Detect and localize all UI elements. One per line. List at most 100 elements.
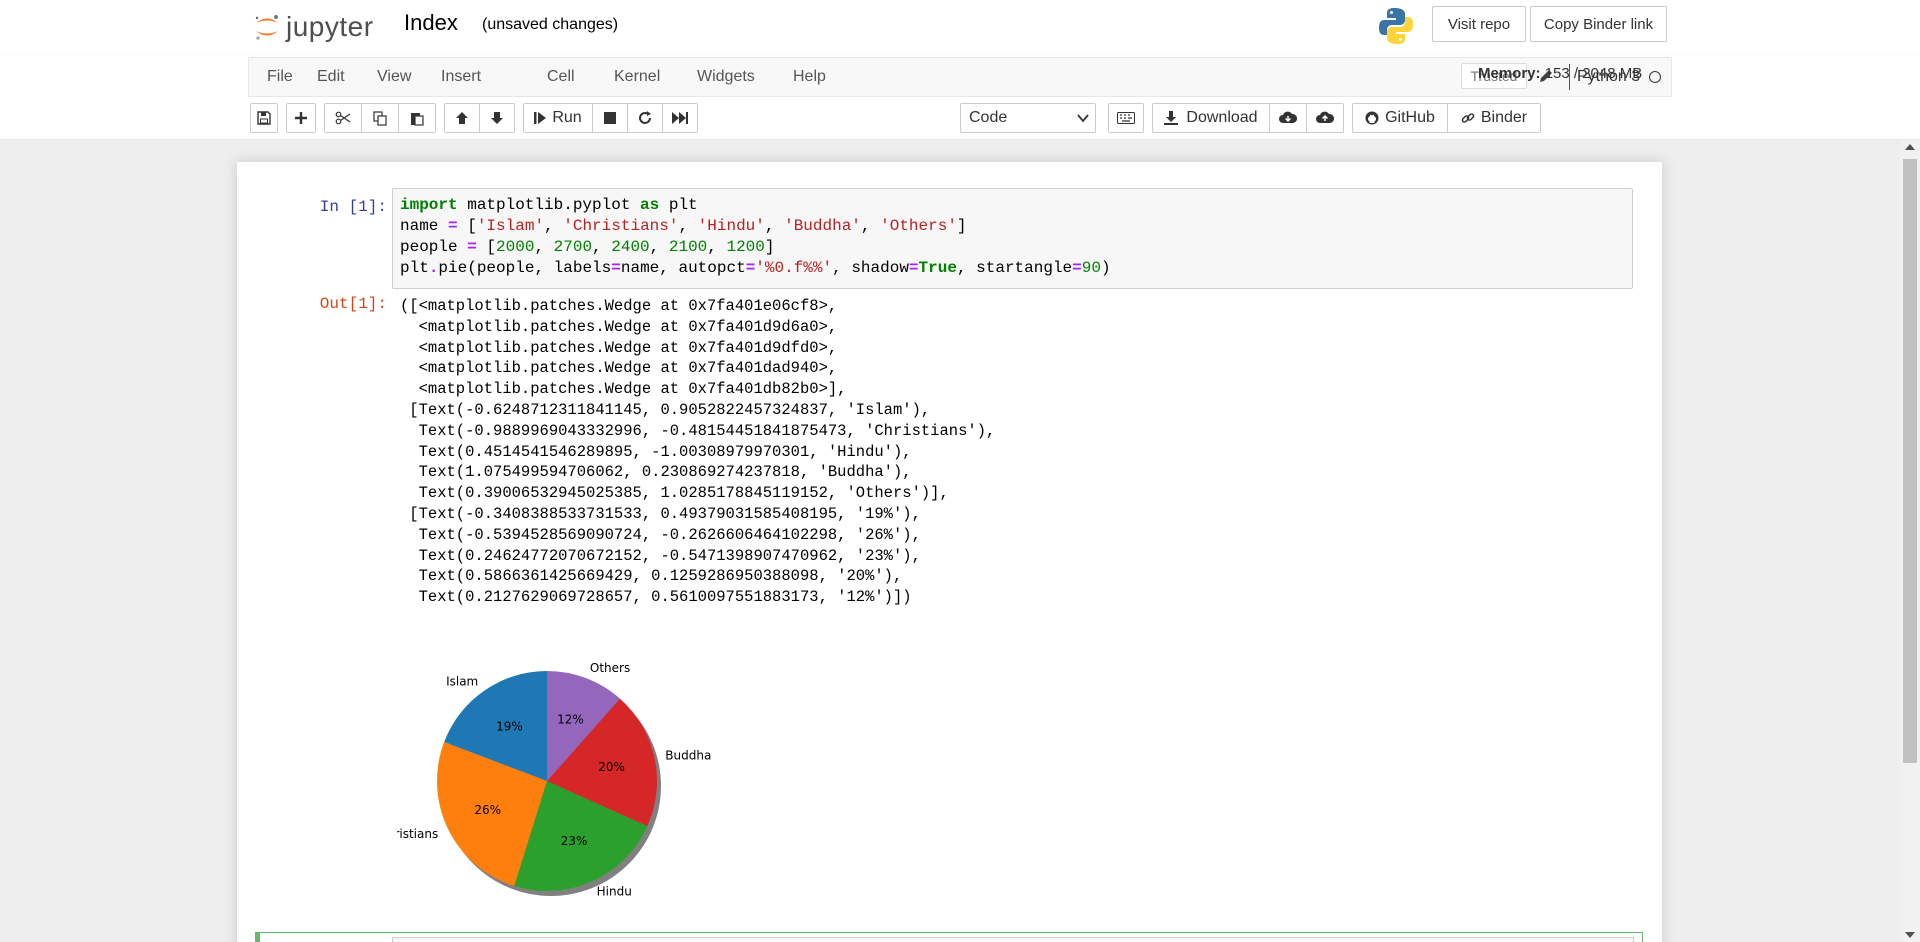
paste-button[interactable] <box>398 103 436 133</box>
output-line: Text(0.39006532945025385, 1.028517884511… <box>400 484 949 503</box>
output-line: [Text(-0.3408388533731533, 0.49379031585… <box>400 504 921 523</box>
download-button-label: Download <box>1186 109 1258 126</box>
notebook-title[interactable]: Index <box>404 10 458 36</box>
output-line: Text(0.24624772070672152, -0.54713989074… <box>400 546 921 565</box>
menu-widgets[interactable]: Widgets <box>697 68 755 86</box>
save-icon <box>257 111 271 125</box>
github-icon <box>1365 111 1379 125</box>
copy-icon <box>372 110 387 126</box>
input-prompt: In [1]: <box>319 198 387 216</box>
copy-button[interactable] <box>361 103 399 133</box>
code-input[interactable]: import matplotlib.pyplot as plt name = [… <box>392 188 1633 289</box>
pie-category-label: Islam <box>446 674 478 688</box>
download-button[interactable]: Download <box>1152 103 1270 133</box>
restart-run-all-button[interactable] <box>662 103 698 133</box>
download-icon <box>1164 111 1179 125</box>
cloud-download-button[interactable] <box>1269 103 1307 133</box>
pie-pct-label: 26% <box>474 803 501 817</box>
output-line: <matplotlib.patches.Wedge at 0x7fa401d9d… <box>400 317 838 336</box>
output-line: Text(0.4514541546289895, -1.003089799703… <box>400 442 912 461</box>
memory-value: 153 / 2048 MB <box>1544 65 1643 82</box>
fast-forward-icon <box>672 112 688 124</box>
toolbar: Run Code Download GitHub Binder <box>248 100 1672 138</box>
output-line: <matplotlib.patches.Wedge at 0x7fa401dad… <box>400 359 838 378</box>
plus-icon <box>295 112 307 124</box>
output-line: Text(0.2127629069728657, 0.5610097551883… <box>400 588 912 607</box>
refresh-icon <box>639 111 651 124</box>
code-line: plt.pie(people, labels=name, autopct='%0… <box>400 259 1111 277</box>
scissors-icon <box>335 111 351 125</box>
menu-cell[interactable]: Cell <box>547 68 575 86</box>
memory-label: Memory: <box>1478 65 1541 82</box>
menu-help[interactable]: Help <box>793 68 826 86</box>
menubar-container: File Edit View Insert Cell Kernel Widget… <box>0 55 1920 140</box>
notebook-container: In [1]: import matplotlib.pyplot as plt … <box>237 162 1662 942</box>
step-forward-icon <box>534 112 547 124</box>
jupyter-logo-text: jupyter <box>286 11 374 42</box>
restart-kernel-button[interactable] <box>627 103 663 133</box>
code-line: name = ['Islam', 'Christians', 'Hindu', … <box>400 217 967 235</box>
output-line: Text(-0.9889969043332996, -0.48154451841… <box>400 421 996 440</box>
interrupt-kernel-button[interactable] <box>592 103 628 133</box>
cloud-upload-button[interactable] <box>1306 103 1344 133</box>
binder-button[interactable]: Binder <box>1447 103 1541 133</box>
move-cell-down-button[interactable] <box>479 103 515 133</box>
vertical-scrollbar[interactable] <box>1900 140 1920 942</box>
python-logo-icon <box>1378 6 1414 46</box>
insert-cell-button[interactable] <box>286 103 316 133</box>
next-cell[interactable] <box>255 932 1643 942</box>
kernel-idle-icon <box>1649 71 1661 83</box>
keyboard-icon <box>1117 112 1135 124</box>
pie-pct-label: 20% <box>598 760 625 774</box>
cell-type-value: Code <box>969 109 1008 126</box>
next-cell-input[interactable] <box>392 937 1634 942</box>
arrow-up-icon <box>456 112 468 124</box>
command-palette-button[interactable] <box>1108 103 1144 133</box>
output-prompt: Out[1]: <box>319 295 387 313</box>
pie-category-label: Christians <box>397 827 438 841</box>
arrow-down-icon <box>491 112 503 124</box>
pie-pct-label: 19% <box>496 720 523 734</box>
move-cell-up-button[interactable] <box>444 103 480 133</box>
paste-icon <box>410 112 424 126</box>
menu-file[interactable]: File <box>267 68 293 86</box>
scroll-up-icon[interactable] <box>1905 144 1915 150</box>
run-button[interactable]: Run <box>523 103 593 133</box>
menu-insert[interactable]: Insert <box>441 68 481 86</box>
output-line: Text(1.075499594706062, 0.23086927423781… <box>400 463 912 482</box>
pie-pct-label: 12% <box>557 712 584 726</box>
cloud-upload-icon <box>1316 111 1334 123</box>
chevron-down-icon <box>1077 114 1089 123</box>
pie-category-label: Others <box>590 661 630 675</box>
notebook-scroll-area[interactable]: In [1]: import matplotlib.pyplot as plt … <box>0 140 1900 942</box>
output-line: [Text(-0.6248712311841145, 0.90528224573… <box>400 400 931 419</box>
menubar: File Edit View Insert Cell Kernel Widget… <box>248 57 1672 97</box>
code-line: import matplotlib.pyplot as plt <box>400 196 698 214</box>
output-line: <matplotlib.patches.Wedge at 0x7fa401d9d… <box>400 338 838 357</box>
jupyter-logo[interactable]: jupyter <box>252 8 374 46</box>
pie-chart: 19% Islam 26% Christians 23% Hindu 20% Buddha 12… <box>378 636 817 898</box>
jupyter-logo-icon <box>252 12 282 42</box>
menu-kernel[interactable]: Kernel <box>614 68 660 86</box>
memory-usage: Memory: 153 / 2048 MB <box>1478 65 1642 82</box>
scroll-down-icon[interactable] <box>1905 932 1915 938</box>
binder-button-label: Binder <box>1480 109 1528 126</box>
cut-button[interactable] <box>324 103 362 133</box>
github-button[interactable]: GitHub <box>1352 103 1448 133</box>
cloud-download-icon <box>1279 111 1297 123</box>
output-text: ([<matplotlib.patches.Wedge at 0x7fa401e… <box>400 296 995 608</box>
output-line: ([<matplotlib.patches.Wedge at 0x7fa401e… <box>400 297 838 315</box>
github-button-label: GitHub <box>1385 109 1435 126</box>
save-button[interactable] <box>250 103 278 133</box>
output-line: <matplotlib.patches.Wedge at 0x7fa401db8… <box>400 380 847 399</box>
pie-pct-label: 23% <box>561 834 588 848</box>
copy-binder-link-button[interactable]: Copy Binder link <box>1530 6 1667 42</box>
pie-category-label: Hindu <box>597 884 632 896</box>
pie-category-label: Buddha <box>665 749 711 763</box>
output-line: Text(0.5866361425669429, 0.1259286950388… <box>400 567 903 586</box>
cell-type-select[interactable]: Code <box>960 103 1096 133</box>
menu-view[interactable]: View <box>377 68 411 86</box>
visit-repo-button[interactable]: Visit repo <box>1432 6 1526 42</box>
scrollbar-thumb[interactable] <box>1903 159 1917 763</box>
menu-edit[interactable]: Edit <box>317 68 345 86</box>
